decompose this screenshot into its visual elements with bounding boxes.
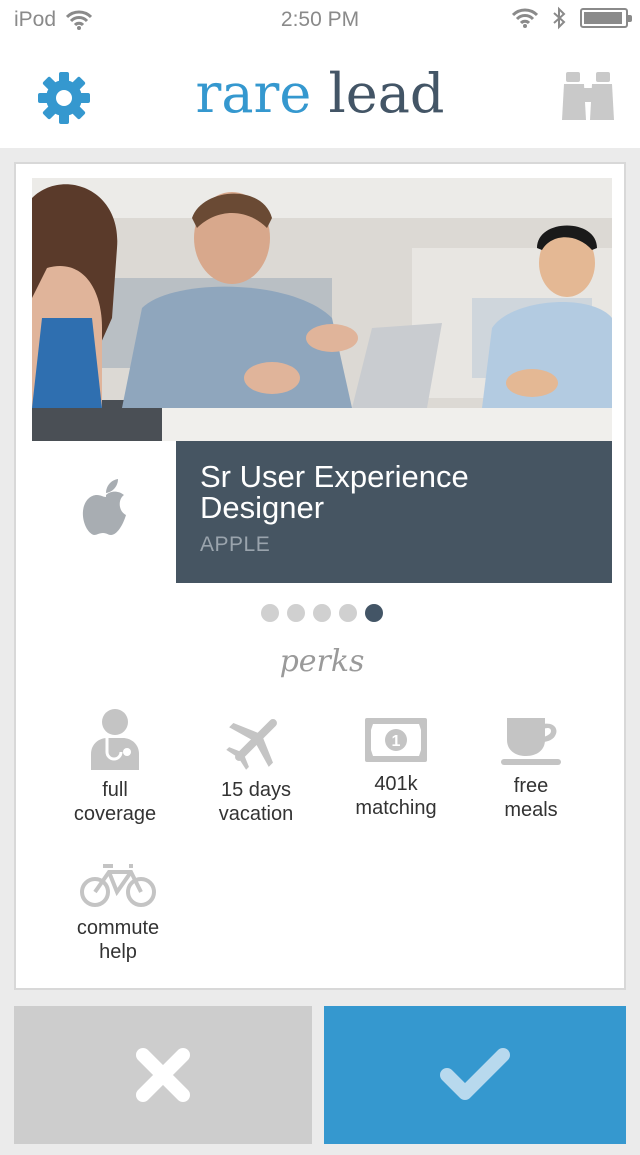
airplane-icon (226, 719, 277, 770)
apple-logo-icon (82, 479, 126, 535)
accept-button[interactable] (324, 1006, 626, 1144)
close-icon (136, 1048, 190, 1102)
perk-line: full (102, 779, 128, 801)
reject-button[interactable] (14, 1006, 312, 1144)
checkmark-icon (440, 1048, 510, 1100)
page-dot[interactable] (287, 604, 305, 622)
page-dot[interactable] (339, 604, 357, 622)
perk-line: meals (504, 799, 558, 821)
job-title: Sr User Experience Designer (200, 459, 469, 525)
perk-line: 401k (374, 773, 418, 795)
perk-full-coverage: full coverage (45, 708, 185, 826)
perk-line: 15 days (220, 779, 292, 801)
money-icon: 1 (365, 718, 427, 762)
perk-line: help (99, 941, 137, 963)
perk-401k: 1 401k matching (326, 716, 466, 820)
perk-line: vacation (218, 803, 294, 825)
company-logo-area (32, 441, 176, 583)
page-dot-active[interactable] (365, 604, 383, 622)
brand-logo: rare lead (0, 62, 640, 125)
page-dot[interactable] (313, 604, 331, 622)
binoculars-icon[interactable] (560, 70, 616, 122)
job-card[interactable]: Sr User Experience Designer APPLE perks … (14, 162, 626, 990)
perk-line: free (513, 775, 549, 797)
bluetooth-icon (553, 6, 566, 30)
perks-heading: perks (279, 644, 365, 679)
doctor-icon (91, 709, 139, 770)
brand-word-lead: lead (328, 62, 445, 125)
nav-bar: rare lead (0, 40, 640, 148)
coffee-cup-icon (501, 718, 561, 765)
wifi-icon (512, 8, 538, 28)
job-photo (32, 178, 612, 442)
page-dot[interactable] (261, 604, 279, 622)
company-name: APPLE (200, 533, 271, 556)
svg-text:1: 1 (392, 733, 401, 750)
job-info-box: Sr User Experience Designer APPLE (176, 441, 612, 583)
page-indicator (16, 604, 628, 622)
bicycle-icon (80, 864, 156, 907)
perk-vacation: 15 days vacation (186, 710, 326, 826)
status-bar: iPod 2:50 PM (0, 0, 640, 40)
brand-word-rare: rare (195, 62, 312, 125)
perk-line: commute (76, 917, 160, 939)
perk-line: coverage (73, 803, 157, 825)
battery-icon (580, 8, 632, 28)
perk-commute-help: commute help (48, 862, 188, 964)
perk-line: matching (355, 797, 437, 819)
perk-free-meals: free meals (461, 714, 601, 822)
